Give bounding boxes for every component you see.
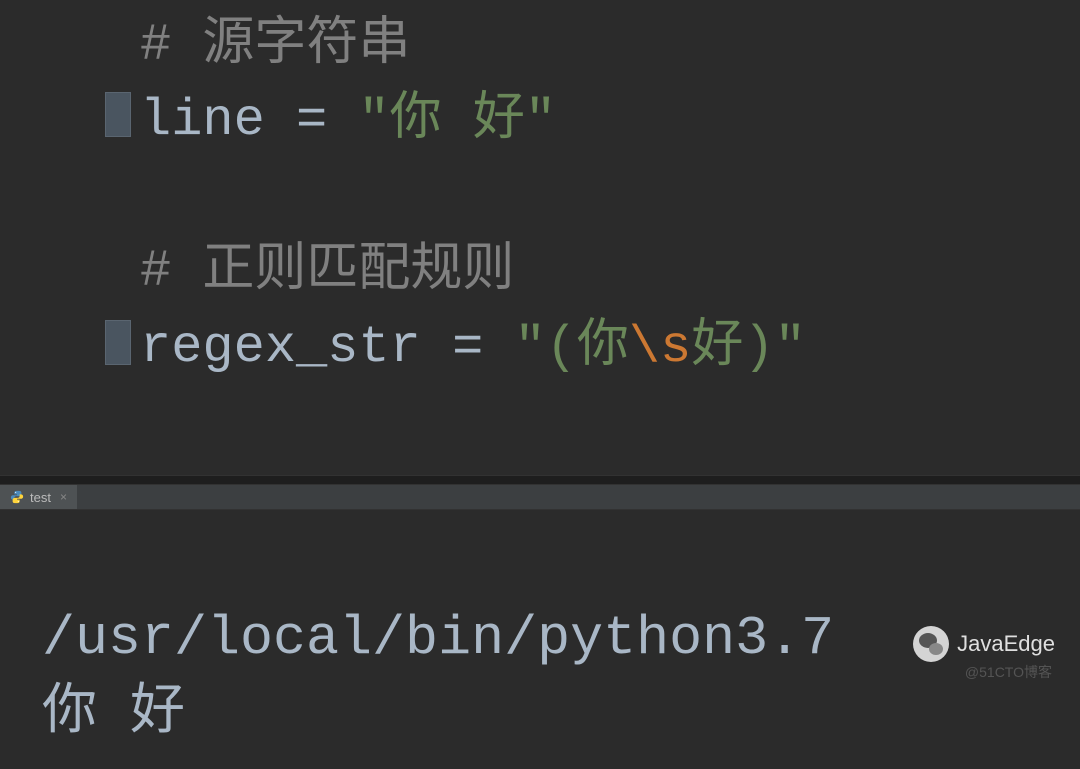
watermark-text: JavaEdge [957,631,1055,657]
close-icon[interactable]: × [60,490,67,504]
console-line: /usr/local/bin/python3.7 [42,607,834,670]
run-tab-test[interactable]: test × [0,485,77,509]
comment-text: # 源字符串 [140,16,410,75]
panel-separator[interactable] [0,475,1080,485]
string-quote: " [525,91,556,150]
gutter-marker [105,92,131,137]
run-tab-bar: test × [0,485,1080,510]
code-line: line = "你 好" [140,83,1080,158]
string-content: 你 好 [390,91,525,150]
operator: = [265,91,359,150]
string-quote: " [514,318,545,377]
code-line: # 正则匹配规则 [140,234,1080,309]
tab-label: test [30,490,51,505]
escape-sequence: \s [629,318,691,377]
watermark-blog: @51CTO博客 [965,662,1052,682]
code-editor[interactable]: # 源字符串 line = "你 好" # 正则匹配规则 regex_str =… [0,0,1080,475]
watermark-wechat: JavaEdge [913,626,1055,662]
wechat-icon [913,626,949,662]
comment-text: # 正则匹配规则 [140,242,514,301]
code-line: # 源字符串 [140,8,1080,83]
operator: = [421,318,515,377]
string-quote: " [775,318,806,377]
python-icon [10,490,24,504]
console-line: 你 好 [42,682,185,745]
gutter-marker [105,320,131,365]
string-content: 好) [691,318,774,377]
variable-name: line [140,91,265,150]
string-content: (你 [546,318,629,377]
string-quote: " [358,91,389,150]
blank-line [140,159,1080,234]
variable-name: regex_str [140,318,421,377]
code-line: regex_str = "(你\s好)" [140,310,1080,385]
